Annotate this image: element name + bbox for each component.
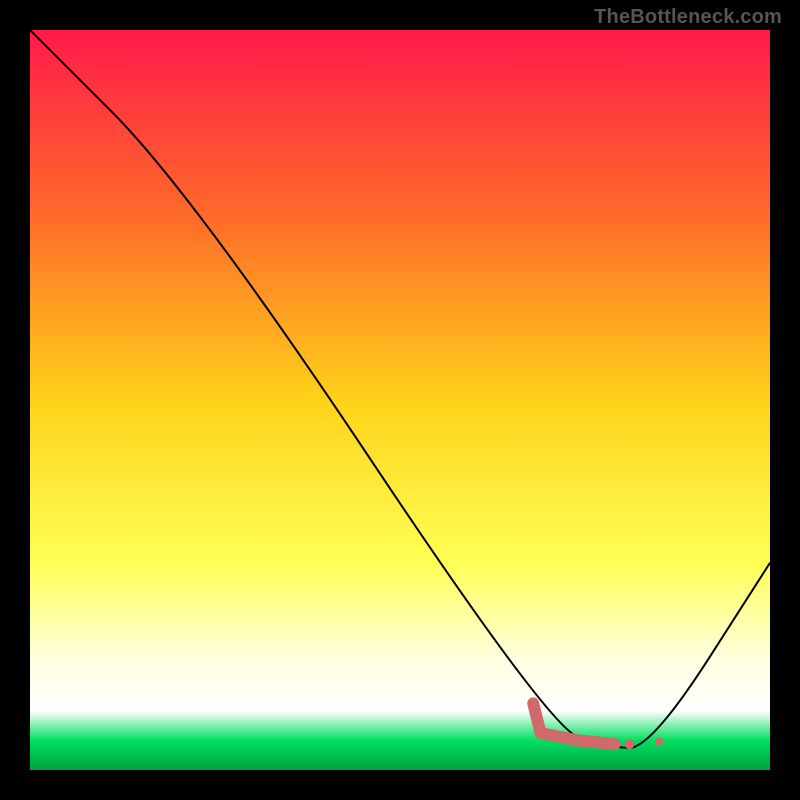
page-root: { "attribution": "TheBottleneck.com", "c… <box>0 0 800 800</box>
chart-svg <box>30 30 770 770</box>
attribution-text: TheBottleneck.com <box>594 6 782 29</box>
gradient-background <box>30 30 770 770</box>
bottleneck-chart <box>30 30 770 770</box>
